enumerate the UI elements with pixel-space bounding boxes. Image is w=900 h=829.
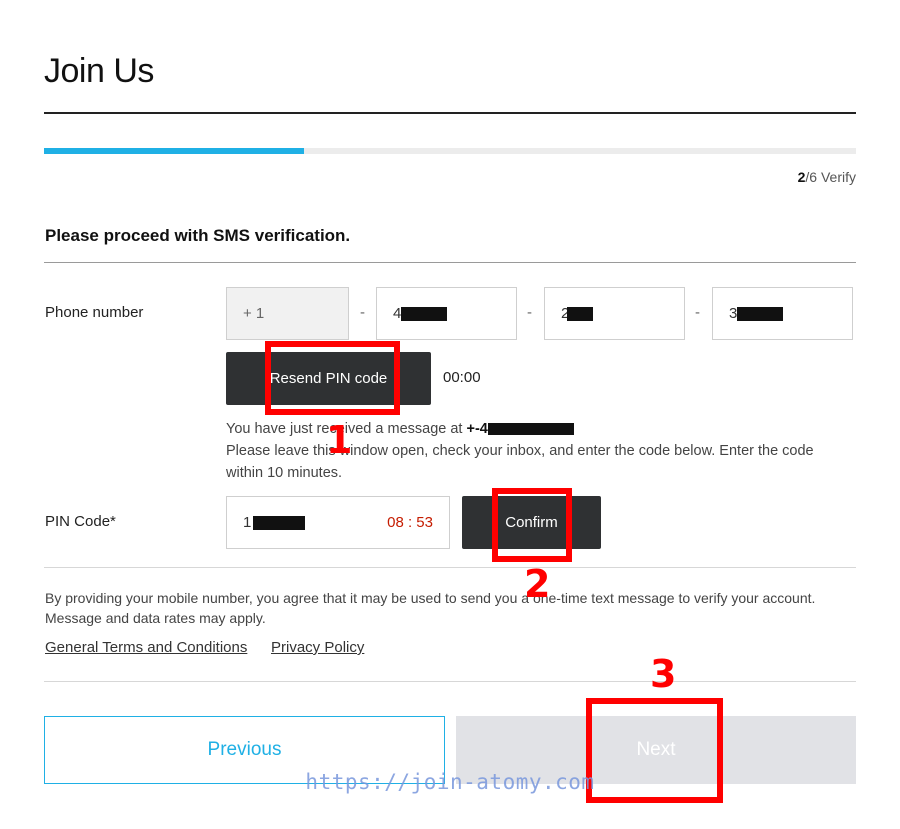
divider [44, 681, 856, 682]
privacy-policy-link[interactable]: Privacy Policy [271, 639, 364, 656]
disclaimer-line-1: By providing your mobile number, you agr… [45, 590, 816, 606]
phone-part1-input[interactable]: 4 [376, 287, 517, 340]
sms-sent-message: You have just received a message at +-4 … [226, 418, 856, 484]
message-line-2: Please leave this window open, check you… [226, 443, 814, 459]
resend-timer: 00:00 [443, 369, 481, 386]
phone-part3-input[interactable]: 3 [712, 287, 853, 340]
phone-label: Phone number [45, 304, 144, 321]
country-code-field: + 1 [226, 287, 349, 340]
country-code-value: + 1 [243, 305, 265, 322]
annotation-number-3: 3 [650, 652, 677, 696]
pin-label: PIN Code* [45, 513, 116, 530]
phone-part2-input[interactable]: 2 [544, 287, 685, 340]
pin-code-input[interactable]: 1 08 : 53 [226, 496, 450, 549]
redaction-mask [253, 516, 305, 530]
progress-bar-fill [44, 148, 304, 154]
pin-countdown: 08 : 53 [387, 514, 433, 531]
section-title: Please proceed with SMS verification. [45, 226, 351, 245]
page-title: Join Us [44, 52, 154, 90]
disclaimer-line-2: Message and data rates may apply. [45, 610, 266, 626]
redaction-mask [567, 307, 593, 321]
annotation-number-1: 1 [326, 418, 353, 462]
redaction-mask [401, 307, 447, 321]
message-line-3: within 10 minutes. [226, 465, 343, 481]
annotation-box-2 [492, 488, 572, 562]
title-divider [44, 112, 856, 114]
progress-bar [44, 148, 856, 154]
annotation-number-2: 2 [524, 562, 551, 606]
pin-code-value: 1 [243, 514, 252, 531]
step-indicator: 2/6 Verify [798, 169, 856, 185]
previous-label: Previous [207, 739, 282, 760]
phone-dash-1: - [360, 304, 365, 321]
annotation-box-1 [265, 341, 400, 415]
divider [44, 567, 856, 568]
terms-link[interactable]: General Terms and Conditions [45, 639, 247, 656]
redaction-mask [737, 307, 783, 321]
message-number: +-4 [466, 421, 488, 437]
phone-dash-3: - [695, 304, 700, 321]
watermark-url: https://join-atomy.com [305, 770, 595, 794]
phone-dash-2: - [527, 304, 532, 321]
redaction-mask [487, 423, 574, 436]
sms-disclaimer: By providing your mobile number, you agr… [45, 588, 855, 628]
section-divider [44, 262, 856, 263]
step-rest: /6 Verify [805, 169, 856, 185]
